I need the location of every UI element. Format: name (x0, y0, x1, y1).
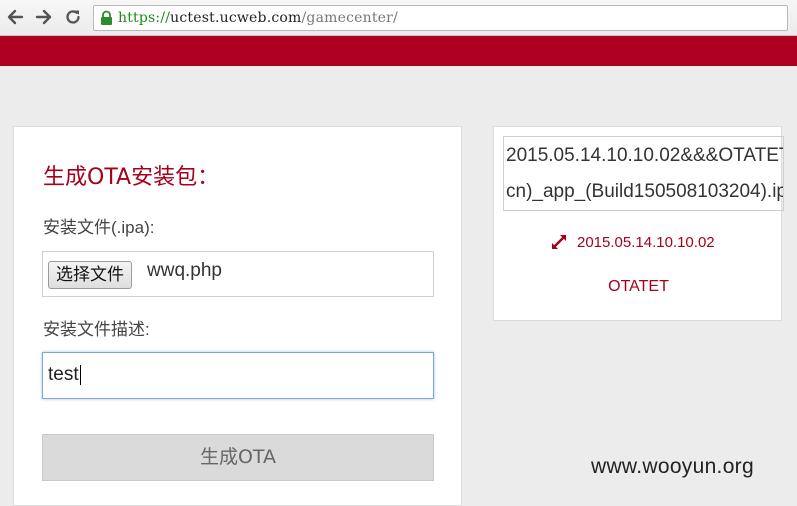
build-info-line-2: cn)_app_(Build150508103204).ipa (506, 181, 784, 202)
lock-icon (101, 10, 112, 25)
text-caret (79, 364, 81, 385)
choose-file-button[interactable]: 选择文件 (48, 261, 132, 289)
file-label: 安装文件(.ipa): (43, 218, 155, 237)
ota-result-panel: 2015.05.14.10.10.02&&&OTATET( cn)_app_(B… (493, 126, 784, 321)
watermark: www.wooyun.org (591, 455, 754, 478)
form-title: 生成OTA安装包： (43, 165, 220, 190)
build-info-line-1: 2015.05.14.10.10.02&&&OTATET( (506, 145, 784, 166)
expand-arrows-icon (552, 235, 566, 249)
address-bar[interactable]: https://uctest.ucweb.com/gamecenter/ (93, 5, 788, 31)
reload-button[interactable] (62, 6, 84, 28)
browser-toolbar: https://uctest.ucweb.com/gamecenter/ (0, 0, 797, 36)
back-button[interactable] (4, 6, 26, 28)
build-link-label: 2015.05.14.10.10.02 (577, 233, 715, 251)
generate-ota-button[interactable]: 生成OTA (42, 434, 434, 481)
forward-button[interactable] (33, 6, 55, 28)
file-input[interactable]: 选择文件 wwq.php (42, 251, 434, 297)
build-info-box: 2015.05.14.10.10.02&&&OTATET( cn)_app_(B… (503, 136, 784, 211)
ota-form-panel: 生成OTA安装包： 安装文件(.ipa): 选择文件 wwq.php 安装文件描… (13, 126, 462, 506)
url-text: https://uctest.ucweb.com/gamecenter/ (118, 10, 398, 26)
reload-icon (66, 10, 80, 24)
build-link[interactable]: 2015.05.14.10.10.02 (549, 232, 715, 252)
url-host: uctest.ucweb.com (170, 10, 302, 26)
description-input[interactable]: test (42, 352, 434, 399)
description-value: test (48, 364, 79, 385)
site-header-bar (0, 36, 797, 66)
url-scheme: https:// (118, 10, 171, 26)
url-path: /gamecenter/ (301, 10, 398, 26)
chosen-file-name: wwq.php (147, 260, 222, 281)
back-arrow-icon (7, 9, 24, 25)
desc-label: 安装文件描述: (43, 320, 150, 339)
build-name-link[interactable]: OTATET (494, 278, 783, 296)
forward-arrow-icon (35, 9, 52, 25)
